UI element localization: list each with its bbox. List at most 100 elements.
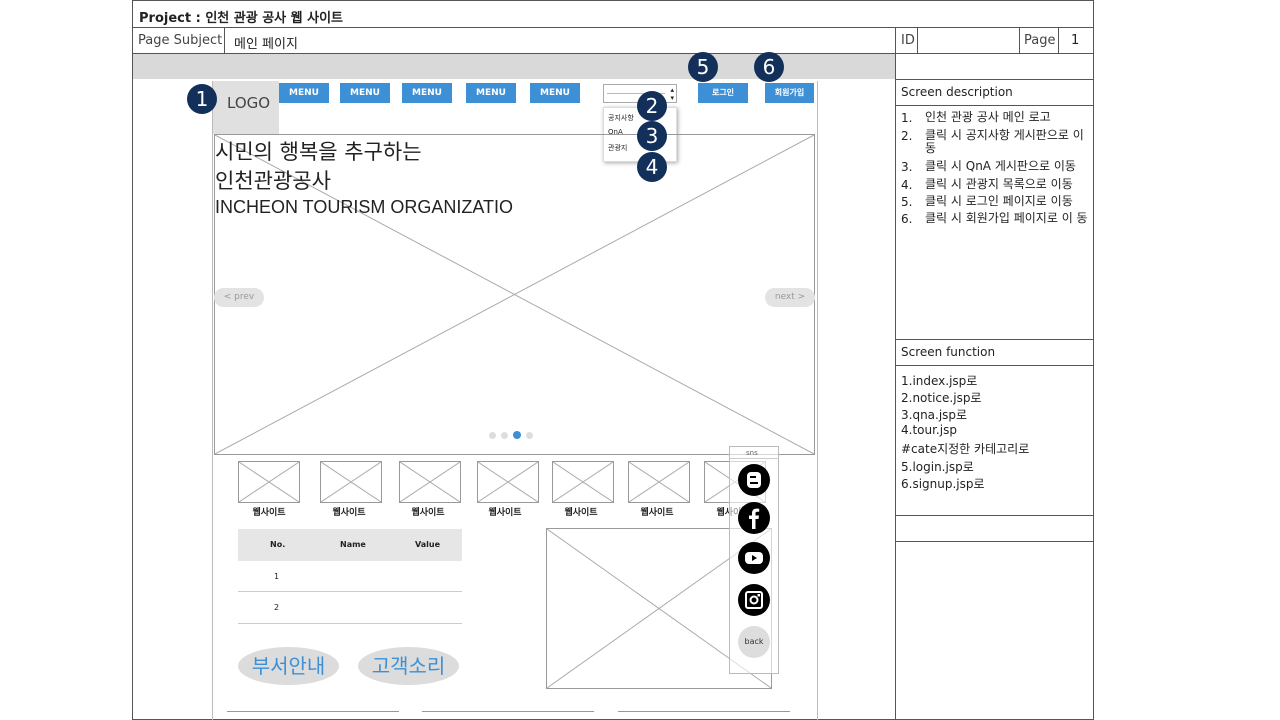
placeholder-cross [400, 462, 460, 502]
table-row-no: 1 [274, 572, 280, 581]
site-thumbnail-label[interactable]: 웹사이트 [474, 505, 536, 518]
table-header-name: Name [340, 540, 366, 549]
description-item-text: 클릭 시 QnA 게시판으로 이동 [925, 159, 1076, 173]
divider [895, 105, 1094, 106]
function-line: 5.login.jsp로 [901, 460, 974, 474]
select-spinner-icon[interactable]: ▴ ▾ [670, 86, 674, 102]
instagram-glyph [745, 591, 763, 609]
slider-next-button[interactable]: next > [765, 288, 815, 307]
divider [1058, 27, 1059, 53]
slider-dot[interactable] [489, 432, 496, 439]
instagram-icon[interactable] [738, 584, 770, 616]
divider [132, 27, 1094, 28]
menu-button-5[interactable]: MENU [530, 83, 580, 103]
site-thumbnail-label[interactable]: 웹사이트 [238, 505, 300, 518]
logo[interactable]: LOGO [227, 94, 270, 112]
slider-dot[interactable] [501, 432, 508, 439]
description-item-number: 5. [901, 195, 913, 209]
annotation-badge-4: 4 [637, 152, 667, 182]
table-row-divider [238, 623, 462, 624]
table-row-no: 2 [274, 603, 280, 612]
description-item-text: 클릭 시 회원가입 페이지로 이 동 [925, 211, 1088, 225]
facebook-glyph [749, 508, 760, 529]
site-thumbnail-label[interactable]: 웹사이트 [550, 505, 612, 518]
menu-button-1[interactable]: MENU [279, 83, 329, 103]
function-line: 3.qna.jsp로 [901, 408, 968, 422]
signup-button[interactable]: 회원가입 [765, 83, 814, 103]
placeholder-cross [553, 462, 613, 502]
annotation-badge-1: 1 [187, 84, 217, 114]
divider [895, 27, 896, 720]
department-info-button[interactable]: 부서안내 [238, 647, 339, 685]
description-item-text: 클릭 시 로그인 페이지로 이동 [925, 194, 1073, 208]
divider [895, 515, 1094, 516]
site-thumbnail[interactable] [477, 461, 539, 503]
divider [895, 79, 1094, 80]
description-item-number: 3. [901, 160, 913, 174]
site-thumbnail[interactable] [399, 461, 461, 503]
function-line: 1.index.jsp로 [901, 374, 978, 388]
divider [224, 27, 225, 53]
hero-headline-1: 시민의 행복을 추구하는 [215, 140, 422, 164]
site-thumbnail[interactable] [552, 461, 614, 503]
site-thumbnail[interactable] [320, 461, 382, 503]
site-thumbnail[interactable] [628, 461, 690, 503]
annotation-badge-2: 2 [637, 91, 667, 121]
menu-button-4[interactable]: MENU [466, 83, 516, 103]
description-item-number: 1. [901, 111, 913, 125]
page-number: 1 [1071, 33, 1080, 48]
footer-line [618, 711, 790, 712]
function-line: 4.tour.jsp [901, 423, 957, 437]
login-button[interactable]: 로그인 [698, 83, 748, 103]
page-subject-label: Page Subject [138, 33, 223, 48]
description-item-text: 인천 관광 공사 메인 로고 [925, 110, 1051, 124]
slider-dot-active[interactable] [513, 431, 521, 439]
table-row-divider [238, 591, 462, 592]
description-item-number: 4. [901, 178, 913, 192]
placeholder-cross [239, 462, 299, 502]
table-header-value: Value [415, 540, 441, 549]
function-line: 2.notice.jsp로 [901, 391, 982, 405]
description-item-text: 클릭 시 관광지 목록으로 이동 [925, 177, 1073, 191]
hero-headline-3: INCHEON TOURISM ORGANIZATIO [215, 197, 514, 217]
screen-description-title: Screen description [901, 85, 1013, 99]
description-item: 5. 클릭 시 로그인 페이지로 이동 [901, 194, 1091, 210]
divider [132, 0, 1094, 1]
slider-dot[interactable] [526, 432, 533, 439]
back-button[interactable]: back [738, 626, 770, 658]
page-subject-value: 메인 페이지 [234, 37, 298, 52]
facebook-icon[interactable] [738, 502, 770, 534]
divider [1019, 27, 1020, 53]
site-thumbnail-label[interactable]: 웹사이트 [626, 505, 688, 518]
footer-line [227, 711, 399, 712]
customer-voice-button[interactable]: 고객소리 [358, 647, 459, 685]
menu-button-2[interactable]: MENU [340, 83, 390, 103]
description-item: 3. 클릭 시 QnA 게시판으로 이동 [901, 159, 1091, 175]
description-item: 4. 클릭 시 관광지 목록으로 이동 [901, 177, 1091, 193]
youtube-glyph [745, 552, 763, 564]
slider-prev-button[interactable]: < prev [214, 288, 264, 307]
youtube-icon[interactable] [738, 542, 770, 574]
placeholder-cross [629, 462, 689, 502]
project-title: Project : 인천 관광 공사 웹 사이트 [139, 11, 344, 26]
placeholder-cross [478, 462, 538, 502]
site-thumbnail-label[interactable]: 웹사이트 [318, 505, 380, 518]
id-label: ID [901, 33, 915, 48]
annotation-badge-6: 6 [754, 52, 784, 82]
table-header-no: No. [270, 540, 286, 549]
annotation-badge-5: 5 [688, 52, 718, 82]
menu-button-3[interactable]: MENU [402, 83, 452, 103]
blogger-icon[interactable] [738, 464, 770, 496]
placeholder-cross [321, 462, 381, 502]
site-thumbnail[interactable] [238, 461, 300, 503]
description-item-text: 클릭 시 공지사항 게시판으로 이동 [925, 128, 1084, 155]
function-line: #cate지정한 카테고리로 [901, 442, 1030, 456]
site-thumbnail-label[interactable]: 웹사이트 [397, 505, 459, 518]
divider [729, 458, 779, 459]
hero-headline-2: 인천관광공사 [215, 169, 331, 193]
function-line: 6.signup.jsp로 [901, 477, 985, 491]
page-label: Page [1024, 33, 1056, 48]
description-item: 1. 인천 관광 공사 메인 로고 [901, 110, 1091, 126]
dropdown-item-notice[interactable]: 공지사항 [608, 113, 634, 123]
description-item-number: 2. [901, 129, 913, 143]
